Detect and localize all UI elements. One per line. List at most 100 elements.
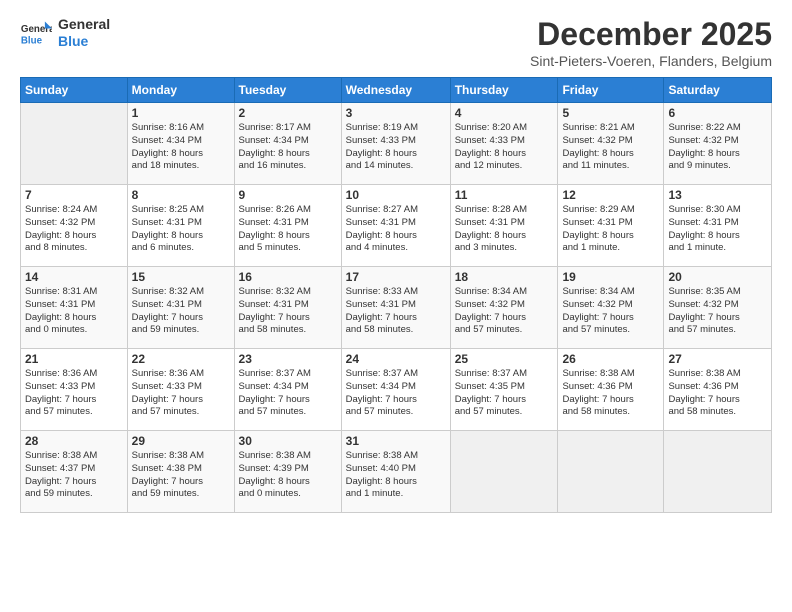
day-info: Sunrise: 8:37 AM Sunset: 4:34 PM Dayligh… <box>239 368 337 419</box>
day-cell <box>664 431 772 513</box>
day-number: 4 <box>455 106 554 120</box>
logo-icon: General Blue <box>20 19 52 47</box>
day-info: Sunrise: 8:38 AM Sunset: 4:39 PM Dayligh… <box>239 450 337 501</box>
title-block: December 2025 Sint-Pieters-Voeren, Fland… <box>530 16 772 69</box>
col-header-thursday: Thursday <box>450 78 558 103</box>
col-header-sunday: Sunday <box>21 78 128 103</box>
day-cell: 17Sunrise: 8:33 AM Sunset: 4:31 PM Dayli… <box>341 267 450 349</box>
day-cell: 18 Sunrise: 8:34 AM Sunset: 4:32 PM Dayli… <box>450 267 558 349</box>
day-cell <box>21 103 128 185</box>
day-number: 5 <box>562 106 659 120</box>
day-number: 26 <box>562 352 659 366</box>
day-info: Sunrise: 8:22 AM Sunset: 4:32 PM Dayligh… <box>668 122 767 173</box>
location: Sint-Pieters-Voeren, Flanders, Belgium <box>530 53 772 69</box>
day-cell: 28 Sunrise: 8:38 AM Sunset: 4:37 PM Dayli… <box>21 431 128 513</box>
day-info: Sunrise: 8:32 AM Sunset: 4:31 PM Dayligh… <box>239 286 337 337</box>
day-number: 16 <box>239 270 337 284</box>
day-number: 28 <box>25 434 123 448</box>
day-number: 18 <box>455 270 554 284</box>
day-number: 7 <box>25 188 123 202</box>
week-row-3: 14 Sunrise: 8:31 AM Sunset: 4:31 PM Dayli… <box>21 267 772 349</box>
day-info: Sunrise: 8:24 AM Sunset: 4:32 PM Dayligh… <box>25 204 123 255</box>
day-cell: 2Sunrise: 8:17 AM Sunset: 4:34 PM Daylig… <box>234 103 341 185</box>
day-cell: 22 Sunrise: 8:36 AM Sunset: 4:33 PM Dayli… <box>127 349 234 431</box>
day-info: Sunrise: 8:29 AM Sunset: 4:31 PM Dayligh… <box>562 204 659 255</box>
day-info: Sunrise: 8:32 AM Sunset: 4:31 PM Dayligh… <box>132 286 230 337</box>
day-number: 21 <box>25 352 123 366</box>
day-info: Sunrise: 8:26 AM Sunset: 4:31 PM Dayligh… <box>239 204 337 255</box>
day-cell: 23 Sunrise: 8:37 AM Sunset: 4:34 PM Dayli… <box>234 349 341 431</box>
day-info: Sunrise: 8:34 AM Sunset: 4:32 PM Dayligh… <box>455 286 554 337</box>
day-number: 22 <box>132 352 230 366</box>
day-info: Sunrise: 8:31 AM Sunset: 4:31 PM Dayligh… <box>25 286 123 337</box>
day-cell <box>558 431 664 513</box>
day-cell: 5 Sunrise: 8:21 AM Sunset: 4:32 PM Daylig… <box>558 103 664 185</box>
day-info: Sunrise: 8:20 AM Sunset: 4:33 PM Dayligh… <box>455 122 554 173</box>
day-number: 6 <box>668 106 767 120</box>
day-cell: 9 Sunrise: 8:26 AM Sunset: 4:31 PM Daylig… <box>234 185 341 267</box>
day-number: 13 <box>668 188 767 202</box>
day-info: Sunrise: 8:34 AM Sunset: 4:32 PM Dayligh… <box>562 286 659 337</box>
col-header-monday: Monday <box>127 78 234 103</box>
day-number: 9 <box>239 188 337 202</box>
calendar-table: SundayMondayTuesdayWednesdayThursdayFrid… <box>20 77 772 513</box>
day-number: 30 <box>239 434 337 448</box>
month-title: December 2025 <box>530 16 772 53</box>
day-number: 23 <box>239 352 337 366</box>
week-row-2: 7 Sunrise: 8:24 AM Sunset: 4:32 PM Daylig… <box>21 185 772 267</box>
day-cell <box>450 431 558 513</box>
day-number: 1 <box>132 106 230 120</box>
day-info: Sunrise: 8:37 AM Sunset: 4:35 PM Dayligh… <box>455 368 554 419</box>
day-cell: 19 Sunrise: 8:34 AM Sunset: 4:32 PM Dayli… <box>558 267 664 349</box>
day-info: Sunrise: 8:28 AM Sunset: 4:31 PM Dayligh… <box>455 204 554 255</box>
day-number: 14 <box>25 270 123 284</box>
day-cell: 7 Sunrise: 8:24 AM Sunset: 4:32 PM Daylig… <box>21 185 128 267</box>
week-row-1: 1 Sunrise: 8:16 AM Sunset: 4:34 PM Daylig… <box>21 103 772 185</box>
logo: General Blue General Blue <box>20 16 110 50</box>
day-info: Sunrise: 8:38 AM Sunset: 4:38 PM Dayligh… <box>132 450 230 501</box>
col-header-saturday: Saturday <box>664 78 772 103</box>
day-info: Sunrise: 8:38 AM Sunset: 4:37 PM Dayligh… <box>25 450 123 501</box>
col-header-wednesday: Wednesday <box>341 78 450 103</box>
day-info: Sunrise: 8:16 AM Sunset: 4:34 PM Dayligh… <box>132 122 230 173</box>
day-number: 3 <box>346 106 446 120</box>
day-cell: 25Sunrise: 8:37 AM Sunset: 4:35 PM Dayli… <box>450 349 558 431</box>
day-cell: 20 Sunrise: 8:35 AM Sunset: 4:32 PM Dayli… <box>664 267 772 349</box>
header: General Blue General Blue December 2025 … <box>20 16 772 69</box>
week-row-4: 21 Sunrise: 8:36 AM Sunset: 4:33 PM Dayli… <box>21 349 772 431</box>
day-cell: 8 Sunrise: 8:25 AM Sunset: 4:31 PM Daylig… <box>127 185 234 267</box>
day-info: Sunrise: 8:25 AM Sunset: 4:31 PM Dayligh… <box>132 204 230 255</box>
day-cell: 10Sunrise: 8:27 AM Sunset: 4:31 PM Dayli… <box>341 185 450 267</box>
day-info: Sunrise: 8:19 AM Sunset: 4:33 PM Dayligh… <box>346 122 446 173</box>
col-header-friday: Friday <box>558 78 664 103</box>
day-info: Sunrise: 8:37 AM Sunset: 4:34 PM Dayligh… <box>346 368 446 419</box>
day-info: Sunrise: 8:38 AM Sunset: 4:36 PM Dayligh… <box>668 368 767 419</box>
day-info: Sunrise: 8:27 AM Sunset: 4:31 PM Dayligh… <box>346 204 446 255</box>
day-cell: 15 Sunrise: 8:32 AM Sunset: 4:31 PM Dayli… <box>127 267 234 349</box>
day-info: Sunrise: 8:36 AM Sunset: 4:33 PM Dayligh… <box>132 368 230 419</box>
svg-text:Blue: Blue <box>21 35 43 46</box>
day-number: 24 <box>346 352 446 366</box>
day-number: 20 <box>668 270 767 284</box>
day-info: Sunrise: 8:33 AM Sunset: 4:31 PM Dayligh… <box>346 286 446 337</box>
day-info: Sunrise: 8:38 AM Sunset: 4:40 PM Dayligh… <box>346 450 446 501</box>
day-info: Sunrise: 8:35 AM Sunset: 4:32 PM Dayligh… <box>668 286 767 337</box>
header-row: SundayMondayTuesdayWednesdayThursdayFrid… <box>21 78 772 103</box>
week-row-5: 28 Sunrise: 8:38 AM Sunset: 4:37 PM Dayli… <box>21 431 772 513</box>
day-cell: 31Sunrise: 8:38 AM Sunset: 4:40 PM Dayli… <box>341 431 450 513</box>
day-cell: 27 Sunrise: 8:38 AM Sunset: 4:36 PM Dayli… <box>664 349 772 431</box>
day-info: Sunrise: 8:30 AM Sunset: 4:31 PM Dayligh… <box>668 204 767 255</box>
day-info: Sunrise: 8:17 AM Sunset: 4:34 PM Dayligh… <box>239 122 337 173</box>
day-cell: 26 Sunrise: 8:38 AM Sunset: 4:36 PM Dayli… <box>558 349 664 431</box>
col-header-tuesday: Tuesday <box>234 78 341 103</box>
day-number: 19 <box>562 270 659 284</box>
day-cell: 30 Sunrise: 8:38 AM Sunset: 4:39 PM Dayli… <box>234 431 341 513</box>
day-info: Sunrise: 8:38 AM Sunset: 4:36 PM Dayligh… <box>562 368 659 419</box>
day-info: Sunrise: 8:21 AM Sunset: 4:32 PM Dayligh… <box>562 122 659 173</box>
day-number: 15 <box>132 270 230 284</box>
day-number: 8 <box>132 188 230 202</box>
day-cell: 14 Sunrise: 8:31 AM Sunset: 4:31 PM Dayli… <box>21 267 128 349</box>
day-number: 27 <box>668 352 767 366</box>
logo-text-blue: Blue <box>58 33 110 50</box>
day-number: 11 <box>455 188 554 202</box>
